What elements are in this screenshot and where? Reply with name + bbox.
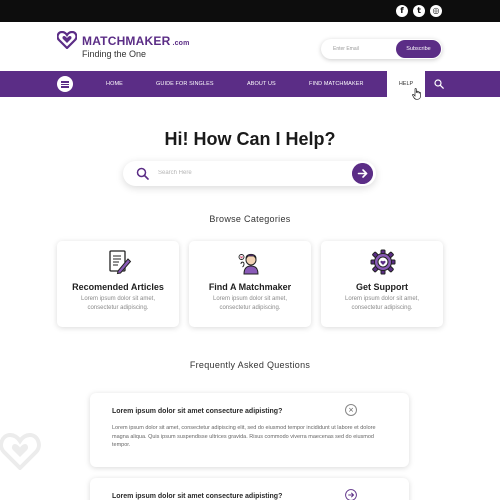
brand-domain: .com	[172, 40, 190, 47]
main-nav: HOME GUIDE FOR SINGLES ABOUT US FIND MAT…	[0, 71, 500, 97]
search-submit-arrow-icon[interactable]	[352, 163, 373, 184]
heart-logo-icon[interactable]	[57, 31, 77, 49]
subscribe-form: Subscribe	[321, 39, 442, 59]
document-pen-icon	[109, 250, 132, 275]
site-header: MATCHMAKER.com Finding the One Subscribe	[0, 22, 500, 72]
nav-item-find-matchmaker[interactable]: FIND MATCHMAKER	[309, 71, 364, 97]
subscribe-button[interactable]: Subscribe	[396, 40, 441, 58]
matchmaker-person-icon	[238, 253, 259, 275]
nav-item-home[interactable]: HOME	[106, 71, 123, 97]
brand-name[interactable]: MATCHMAKER .com	[82, 34, 190, 48]
instagram-icon[interactable]: ◎	[430, 5, 442, 17]
category-card-support[interactable]: Get Support Lorem ipsum dolor sit amet, …	[321, 241, 443, 327]
faq-item[interactable]: Lorem ipsum dolor sit amet consecture ad…	[90, 478, 409, 500]
support-gear-icon	[370, 249, 396, 275]
category-card-articles[interactable]: Recomended Articles Lorem ipsum dolor si…	[57, 241, 179, 327]
help-search-bar	[123, 161, 376, 186]
card-description: Lorem ipsum dolor sit amet, consectetur …	[212, 296, 288, 311]
faq-item[interactable]: Lorem ipsum dolor sit amet consecture ad…	[90, 393, 409, 467]
twitter-icon[interactable]: t	[413, 5, 425, 17]
card-description: Lorem ipsum dolor sit amet, consectetur …	[80, 296, 156, 311]
heart-watermark-icon	[0, 432, 41, 470]
card-title: Recomended Articles	[72, 282, 164, 292]
hand-cursor-icon	[412, 88, 421, 100]
search-icon	[136, 167, 149, 180]
page-title: Hi! How Can I Help?	[164, 129, 336, 149]
nav-item-about-us[interactable]: ABOUT US	[247, 71, 276, 97]
email-input[interactable]	[333, 43, 395, 55]
help-search-input[interactable]	[158, 167, 338, 179]
faq-heading: Frequently Asked Questions	[189, 360, 311, 370]
card-title: Find A Matchmaker	[208, 282, 292, 292]
faq-answer: Lorem ipsum dolor sit amet, consectetur …	[112, 425, 376, 448]
card-description: Lorem ipsum dolor sit amet, consectetur …	[344, 296, 420, 311]
faq-question: Lorem ipsum dolor sit amet consecture ad…	[112, 493, 283, 500]
facebook-icon[interactable]: f	[396, 5, 408, 17]
arrow-right-icon[interactable]	[345, 489, 357, 500]
tagline: Finding the One	[82, 49, 147, 59]
close-icon[interactable]: ×	[345, 404, 357, 416]
brand-wordmark: MATCHMAKER	[82, 34, 171, 48]
search-icon[interactable]	[434, 79, 444, 89]
top-bar: f t ◎	[0, 0, 500, 22]
categories-heading: Browse Categories	[209, 214, 291, 224]
nav-item-guide-for-singles[interactable]: GUIDE FOR SINGLES	[156, 71, 214, 97]
category-card-matchmaker[interactable]: Find A Matchmaker Lorem ipsum dolor sit …	[189, 241, 311, 327]
card-title: Get Support	[356, 282, 408, 292]
faq-question: Lorem ipsum dolor sit amet consecture ad…	[112, 408, 283, 415]
nav-logo-icon[interactable]	[57, 76, 73, 92]
